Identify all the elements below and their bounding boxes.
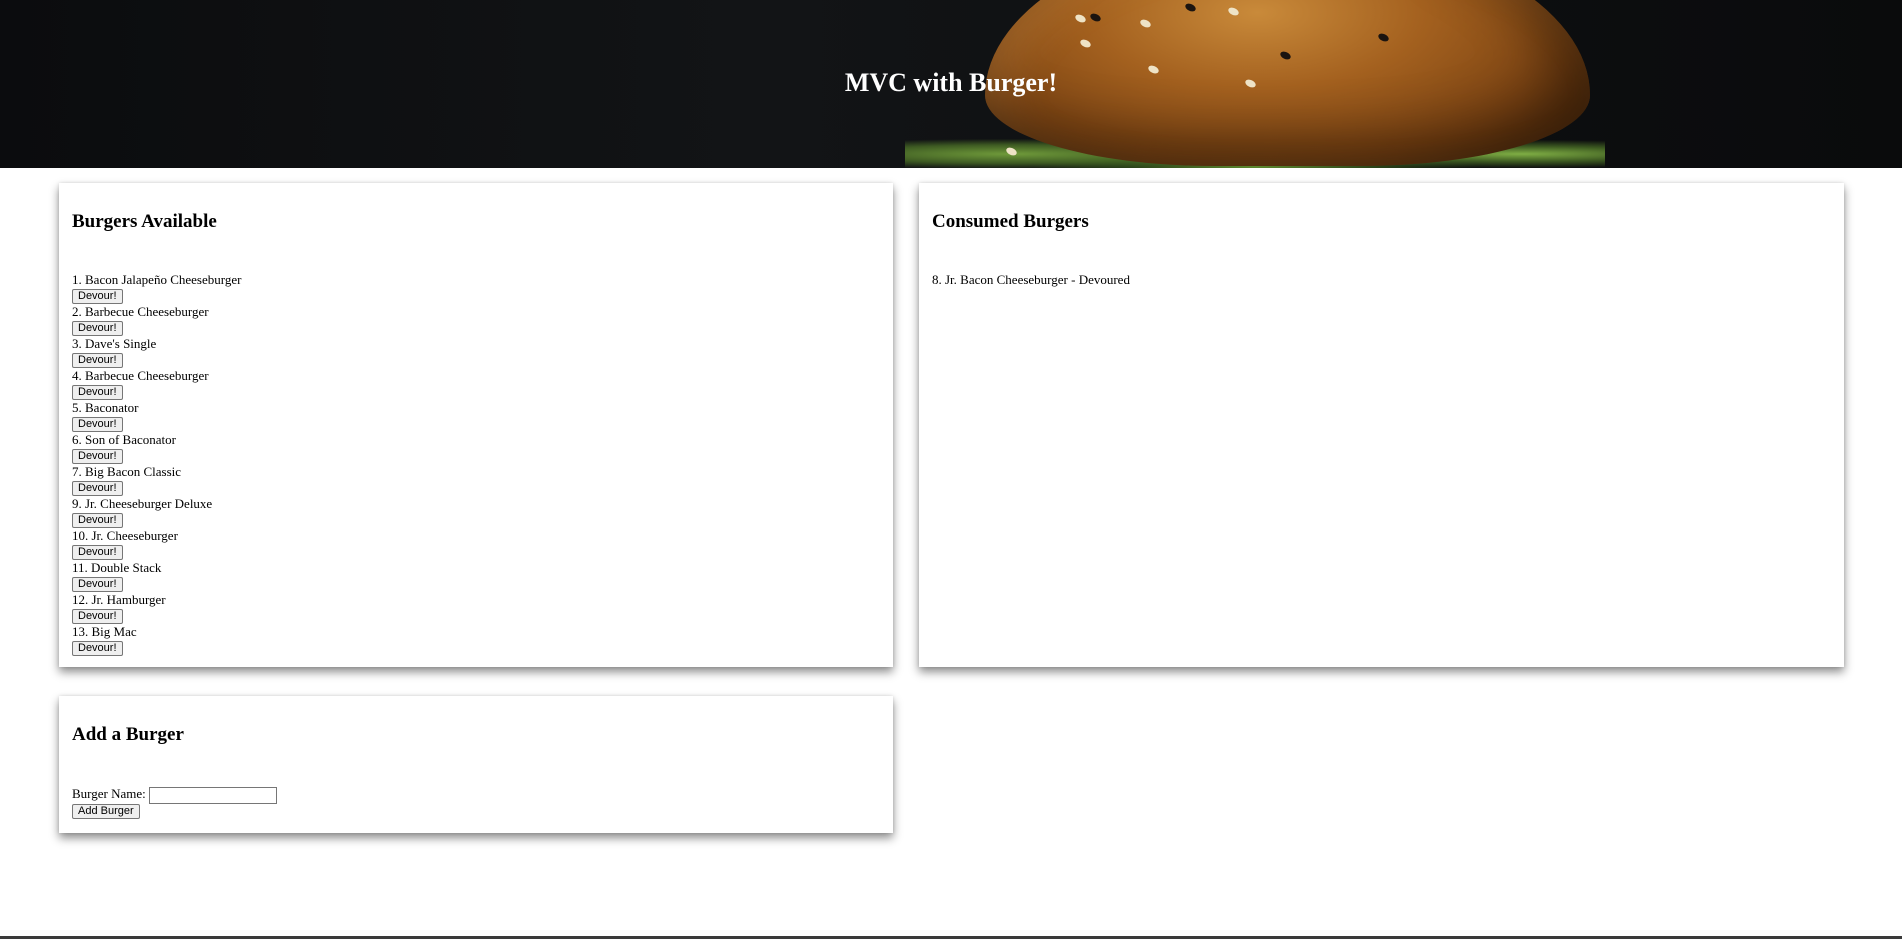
page-title: MVC with Burger! [844, 68, 1058, 97]
consumed-burger-item: 8. Jr. Bacon Cheeseburger - Devoured [932, 272, 1130, 287]
burger-name-label: Burger Name: [72, 786, 146, 801]
burger-list-item: 3. Dave's Single Devour! [72, 336, 241, 368]
devour-button[interactable]: Devour! [72, 545, 123, 560]
burger-list-item: 10. Jr. Cheeseburger Devour! [72, 528, 241, 560]
consumed-burgers-card: Consumed Burgers 8. Jr. Bacon Cheeseburg… [919, 183, 1844, 667]
burger-list-item: 4. Barbecue Cheeseburger Devour! [72, 368, 241, 400]
devour-button[interactable]: Devour! [72, 321, 123, 336]
burger-list-item: 9. Jr. Cheeseburger Deluxe Devour! [72, 496, 241, 528]
add-burger-card: Add a Burger Burger Name: Add Burger [59, 696, 893, 833]
devour-button[interactable]: Devour! [72, 289, 123, 304]
burger-name: 4. Barbecue Cheeseburger [72, 368, 209, 383]
devour-button[interactable]: Devour! [72, 609, 123, 624]
burger-name: 13. Big Mac [72, 624, 137, 639]
devour-button[interactable]: Devour! [72, 353, 123, 368]
devour-button[interactable]: Devour! [72, 417, 123, 432]
hero-banner: MVC with Burger! [0, 0, 1902, 168]
add-burger-button[interactable]: Add Burger [72, 804, 140, 819]
burgers-available-heading: Burgers Available [72, 211, 217, 232]
devour-button[interactable]: Devour! [72, 513, 123, 528]
burger-list-item: 1. Bacon Jalapeño Cheeseburger Devour! [72, 272, 241, 304]
burger-name: 10. Jr. Cheeseburger [72, 528, 178, 543]
burger-list-item: 11. Double Stack Devour! [72, 560, 241, 592]
consumed-burger-list: 8. Jr. Bacon Cheeseburger - Devoured [932, 272, 1130, 288]
burger-list-item: 12. Jr. Hamburger Devour! [72, 592, 241, 624]
burger-list-item: 13. Big Mac Devour! [72, 624, 241, 656]
burger-list-item: 6. Son of Baconator Devour! [72, 432, 241, 464]
available-burger-list: 1. Bacon Jalapeño Cheeseburger Devour! 2. … [72, 272, 241, 656]
burger-name: 12. Jr. Hamburger [72, 592, 166, 607]
devour-button[interactable]: Devour! [72, 641, 123, 656]
devour-button[interactable]: Devour! [72, 481, 123, 496]
burger-list-item: 5. Baconator Devour! [72, 400, 241, 432]
burger-name: 6. Son of Baconator [72, 432, 176, 447]
burger-name: 1. Bacon Jalapeño Cheeseburger [72, 272, 242, 287]
burger-name: 3. Dave's Single [72, 336, 157, 351]
burger-name: 2. Barbecue Cheeseburger [72, 304, 209, 319]
burger-name-input[interactable] [149, 786, 278, 804]
burger-name: 7. Big Bacon Classic [72, 464, 182, 479]
burger-name: 9. Jr. Cheeseburger Deluxe [72, 496, 213, 511]
add-burger-heading: Add a Burger [72, 724, 184, 745]
burger-name: 5. Baconator [72, 400, 139, 415]
burger-list-item: 2. Barbecue Cheeseburger Devour! [72, 304, 241, 336]
burger-name: 11. Double Stack [72, 560, 162, 575]
devour-button[interactable]: Devour! [72, 385, 123, 400]
devour-button[interactable]: Devour! [72, 449, 123, 464]
burgers-available-card: Burgers Available 1. Bacon Jalapeño Chee… [59, 183, 893, 667]
burger-form: Burger Name: Add Burger [72, 786, 278, 819]
devour-button[interactable]: Devour! [72, 577, 123, 592]
burger-list-item: 7. Big Bacon Classic Devour! [72, 464, 241, 496]
consumed-burgers-heading: Consumed Burgers [932, 211, 1089, 232]
